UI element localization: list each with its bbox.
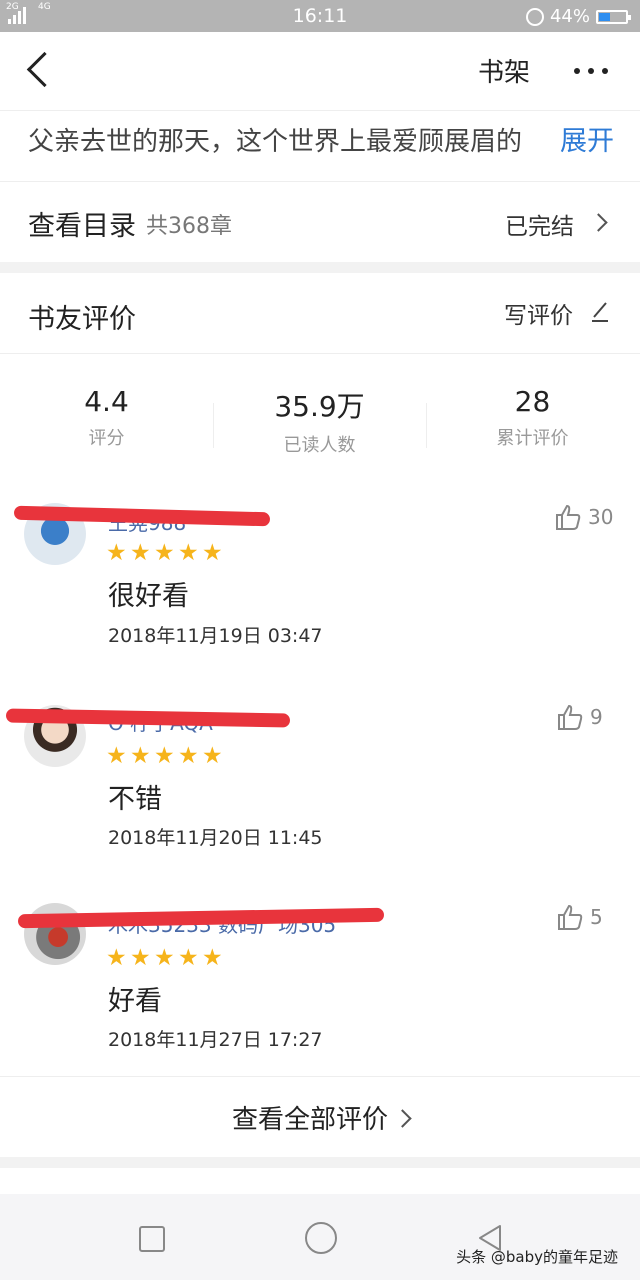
review-date: 2018年11月19日 03:47 (108, 625, 323, 647)
star-icon: ★ (106, 540, 127, 566)
completion-status: 已完结 (505, 214, 574, 240)
review-text: 不错 (108, 784, 162, 815)
star-icon: ★ (154, 743, 175, 769)
description-text: 父亲去世的那天，这个世界上最爱顾展眉的 (28, 127, 523, 157)
stat-label: 累计评价 (496, 428, 569, 449)
star-icon: ★ (154, 540, 175, 566)
star-icon: ★ (202, 945, 223, 971)
back-arrow-icon[interactable] (26, 51, 63, 88)
star-icon: ★ (130, 945, 151, 971)
review-item: 王晃988 ★★★★★ 很好看 2018年11月19日 03:47 30 (0, 491, 640, 691)
view-all-reviews-button[interactable]: 查看全部评价 (0, 1077, 640, 1157)
thumbs-up-icon (556, 504, 581, 530)
star-icon: ★ (130, 743, 151, 769)
battery-group: 44% (525, 6, 631, 27)
star-icon: ★ (178, 743, 199, 769)
top-navbar: 书架 (0, 32, 640, 110)
battery-percent: 44% (549, 6, 590, 27)
bookshelf-button[interactable]: 书架 (478, 52, 530, 89)
like-button[interactable]: 9 (556, 703, 603, 731)
stat-label: 已读人数 (283, 435, 356, 456)
rating-stats: 4.4 评分 35.9万 已读人数 28 累计评价 (0, 353, 640, 483)
chapter-count: 共368章 (146, 214, 232, 239)
chevron-right-icon (589, 213, 608, 232)
expand-link[interactable]: 展开 (560, 119, 614, 158)
review-text: 很好看 (108, 581, 189, 612)
status-bar: 2G 4G 16:11 44% (0, 0, 640, 32)
view-all-label: 查看全部评价 (231, 1105, 388, 1135)
home-icon[interactable] (305, 1222, 337, 1254)
stat-label: 评分 (88, 428, 125, 449)
star-icon: ★ (106, 945, 127, 971)
recent-apps-icon[interactable] (139, 1226, 165, 1252)
review-text: 好看 (108, 986, 162, 1017)
star-rating: ★ ★ ★ ★ ★ (106, 540, 224, 566)
like-count: 5 (590, 905, 603, 929)
reviews-header: 书友评价 写评价 (0, 273, 640, 354)
star-icon: ★ (130, 540, 151, 566)
review-date: 2018年11月27日 17:27 (108, 1029, 323, 1051)
stat-readers: 35.9万 已读人数 (213, 385, 426, 457)
stat-total-reviews: 28 累计评价 (426, 385, 639, 450)
star-icon: ★ (178, 945, 199, 971)
reviews-title: 书友评价 (28, 304, 136, 335)
battery-icon (596, 9, 631, 24)
stat-rating: 4.4 评分 (0, 385, 213, 450)
thumbs-up-icon (558, 904, 583, 930)
catalog-row[interactable]: 查看目录 共368章 已完结 (0, 181, 640, 262)
reader-reviews-section: 书友评价 写评价 4.4 评分 35.9万 已读人数 28 累计评价 王晃988… (0, 273, 640, 1157)
like-count: 9 (590, 705, 603, 729)
system-navigation-bar: 头条 @baby的童年足迹 (0, 1194, 640, 1280)
write-review-button[interactable]: 写评价 (504, 296, 573, 330)
rotation-lock-icon (525, 7, 544, 26)
stat-value: 28 (514, 385, 551, 418)
star-icon: ★ (202, 743, 223, 769)
like-button[interactable]: 5 (556, 903, 603, 931)
pencil-icon[interactable] (590, 299, 610, 323)
watermark: 头条 @baby的童年足迹 (456, 1248, 618, 1266)
star-icon: ★ (154, 945, 175, 971)
star-rating: ★ ★ ★ ★ ★ (106, 743, 224, 769)
like-button[interactable]: 30 (554, 503, 613, 531)
review-date: 2018年11月20日 11:45 (108, 827, 323, 849)
stat-value: 35.9万 (274, 390, 365, 423)
more-options-icon[interactable] (574, 68, 608, 74)
review-item: O 柠子AQA ★★★★★ 不错 2018年11月20日 11:45 9 (0, 693, 640, 893)
star-rating: ★ ★ ★ ★ ★ (106, 945, 224, 971)
like-count: 30 (588, 505, 614, 529)
thumbs-up-icon (558, 704, 583, 730)
book-description: 父亲去世的那天，这个世界上最爱顾展眉的 展开 (0, 110, 640, 181)
star-icon: ★ (106, 743, 127, 769)
stat-value: 4.4 (84, 385, 129, 418)
review-item: 木木35233 数码广场305 ★ ★ ★ ★ ★ 好看 2018年11月27日 17:… (0, 895, 640, 1095)
star-icon: ★ (202, 540, 223, 566)
catalog-title: 查看目录 (28, 211, 136, 242)
star-icon: ★ (178, 540, 199, 566)
next-section-edge (0, 1168, 640, 1194)
